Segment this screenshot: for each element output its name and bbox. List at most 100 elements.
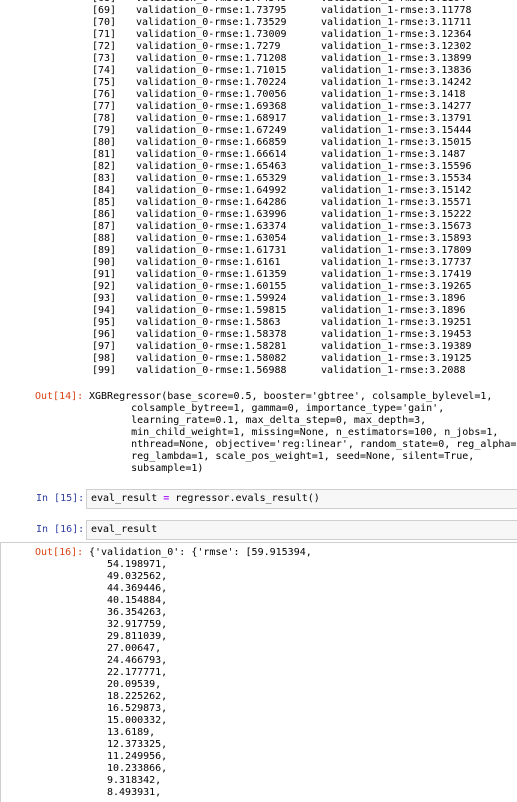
output-value-line: 9.318342, [107, 775, 162, 786]
log-iteration: [75] [92, 77, 117, 88]
log-validation-1: validation_1-rmse:3.17809 [321, 245, 472, 256]
log-iteration: [83] [92, 173, 117, 184]
output-line: colsample_bytree=1, gamma=0, importance_… [89, 403, 445, 414]
log-iteration: [85] [92, 197, 117, 208]
log-iteration: [88] [92, 233, 117, 244]
log-row: [69] validation_0-rmse:1.73795 validation_… [0, 5, 517, 17]
log-validation-1: validation_1-rmse:3.14242 [321, 77, 472, 88]
log-iteration: [90] [92, 257, 117, 268]
output-value-line: 36.354263, [107, 607, 168, 618]
log-validation-0: validation_0-rmse:1.61359 [136, 269, 287, 280]
out16-prompt: Out[16]: [35, 547, 84, 558]
out14-output: XGBRegressor(base_score=0.5, booster='gb… [89, 391, 517, 475]
log-row: [76] validation_0-rmse:1.70056 validation_… [0, 89, 517, 101]
log-validation-1: validation_1-rmse:3.1487 [321, 149, 466, 160]
log-row: [81] validation_0-rmse:1.66614 validation_… [0, 149, 517, 161]
log-iteration: [71] [92, 29, 117, 40]
log-row: [78] validation_0-rmse:1.68917 validation_… [0, 113, 517, 125]
log-iteration: [96] [92, 329, 117, 340]
in15-code-input[interactable]: eval_result = regressor.evals_result() [86, 489, 517, 509]
log-validation-1: validation_1-rmse:3.1418 [321, 89, 466, 100]
log-validation-0: validation_0-rmse:1.61731 [136, 245, 287, 256]
log-validation-0: validation_0-rmse:1.68917 [136, 113, 287, 124]
log-validation-1: validation_1-rmse:3.19389 [321, 341, 472, 352]
output-value-line: 32.917759, [107, 619, 168, 630]
log-row: [90] validation_0-rmse:1.6161 validation_1… [0, 257, 517, 269]
log-validation-1: validation_1-rmse:3.13836 [321, 65, 472, 76]
log-validation-1: validation_1-rmse:3.15571 [321, 197, 472, 208]
log-iteration: [92] [92, 281, 117, 292]
log-row: [84] validation_0-rmse:1.64992 validation_… [0, 185, 517, 197]
output-value-line: 18.225262, [107, 691, 168, 702]
log-validation-0: validation_0-rmse:1.70056 [136, 89, 287, 100]
log-validation-0: validation_0-rmse:1.59924 [136, 293, 287, 304]
log-row: [92] validation_0-rmse:1.60155 validation_… [0, 281, 517, 293]
log-row: [72] validation_0-rmse:1.7279 validation_1… [0, 41, 517, 53]
output-line: learning_rate=0.1, max_delta_step=0, max… [89, 415, 427, 426]
code-rhs: regressor.evals_result() [169, 493, 320, 504]
output-value-line: 13.6189, [107, 727, 156, 738]
log-validation-0: validation_0-rmse:1.70224 [136, 77, 287, 88]
log-validation-1: validation_1-rmse:3.1896 [321, 293, 466, 304]
log-iteration: [95] [92, 317, 117, 328]
log-row: [85] validation_0-rmse:1.64286 validation_… [0, 197, 517, 209]
log-validation-1: validation_1-rmse:3.11711 [321, 17, 472, 28]
log-row: [74] validation_0-rmse:1.71015 validation_… [0, 65, 517, 77]
output-value-line: 40.154884, [107, 595, 168, 606]
log-validation-0: validation_0-rmse:1.58082 [136, 353, 287, 364]
output-value-line: 49.032562, [107, 571, 168, 582]
log-row: [88] validation_0-rmse:1.63054 validation_… [0, 233, 517, 245]
log-iteration: [78] [92, 113, 117, 124]
log-validation-0: validation_0-rmse:1.65463 [136, 161, 287, 172]
log-validation-1: validation_1-rmse:3.13899 [321, 53, 472, 64]
log-iteration: [79] [92, 125, 117, 136]
log-validation-0: validation_0-rmse:1.60155 [136, 281, 287, 292]
log-validation-0: validation_0-rmse:1.63374 [136, 221, 287, 232]
log-row: [97] validation_0-rmse:1.58281 validation_… [0, 341, 517, 353]
log-validation-0: validation_0-rmse:1.73529 [136, 17, 287, 28]
log-iteration: [98] [92, 353, 117, 364]
log-validation-0: validation_0-rmse:1.73795 [136, 5, 287, 16]
output-value-line: 54.198971, [107, 559, 168, 570]
log-row: [75] validation_0-rmse:1.70224 validation_… [0, 77, 517, 89]
out14-prompt: Out[14]: [35, 391, 84, 402]
log-iteration: [70] [92, 17, 117, 28]
log-iteration: [91] [92, 269, 117, 280]
output-value-line: 16.529873, [107, 703, 168, 714]
log-row: [87] validation_0-rmse:1.63374 validation_… [0, 221, 517, 233]
log-validation-0: validation_0-rmse:1.58378 [136, 329, 287, 340]
log-validation-1: validation_1-rmse:3.15444 [321, 125, 472, 136]
log-validation-0: validation_0-rmse:1.69368 [136, 101, 287, 112]
output-value-line: 22.177771, [107, 667, 168, 678]
log-validation-0: validation_0-rmse:1.63996 [136, 209, 287, 220]
output-value-line: 29.811039, [107, 631, 168, 642]
log-validation-1: validation_1-rmse:3.19453 [321, 329, 472, 340]
log-validation-1: validation_1-rmse:3.15596 [321, 161, 472, 172]
log-iteration: [82] [92, 161, 117, 172]
log-iteration: [97] [92, 341, 117, 352]
log-row: [73] validation_0-rmse:1.71208 validation_… [0, 53, 517, 65]
out16-output: {'validation_0': {'rmse': [59.915394, 54.… [89, 547, 312, 799]
log-row: [70] validation_0-rmse:1.73529 validation_… [0, 17, 517, 29]
log-validation-1: validation_1-rmse:3.15534 [321, 173, 472, 184]
output-value-line: 24.466793, [107, 655, 168, 666]
log-iteration: [89] [92, 245, 117, 256]
log-validation-1: validation_1-rmse:3.12364 [321, 29, 472, 40]
output-value-line: 12.373325, [107, 739, 168, 750]
in16-code-input[interactable]: eval_result [86, 520, 517, 540]
code-lhs: eval_result [91, 493, 164, 504]
log-validation-1: validation_1-rmse:3.2088 [321, 365, 466, 376]
log-validation-1: validation_1-rmse:3.17419 [321, 269, 472, 280]
training-log: [68]validation_0-rmse:1.74549validation_… [0, 0, 517, 377]
log-iteration: [81] [92, 149, 117, 160]
log-validation-0: validation_0-rmse:1.67249 [136, 125, 287, 136]
log-validation-1: validation_1-rmse:3.12302 [321, 41, 472, 52]
log-validation-1: validation_1-rmse:3.15893 [321, 233, 472, 244]
output-value-line: 8.493931, [107, 787, 162, 798]
log-row: [96] validation_0-rmse:1.58378 validation_… [0, 329, 517, 341]
code-text: eval_result [91, 524, 158, 535]
output-line: min_child_weight=1, missing=None, n_esti… [89, 427, 499, 438]
output-value-line: 15.000332, [107, 715, 168, 726]
log-validation-1: validation_1-rmse:3.17737 [321, 257, 472, 268]
log-row: [77] validation_0-rmse:1.69368 validation_… [0, 101, 517, 113]
